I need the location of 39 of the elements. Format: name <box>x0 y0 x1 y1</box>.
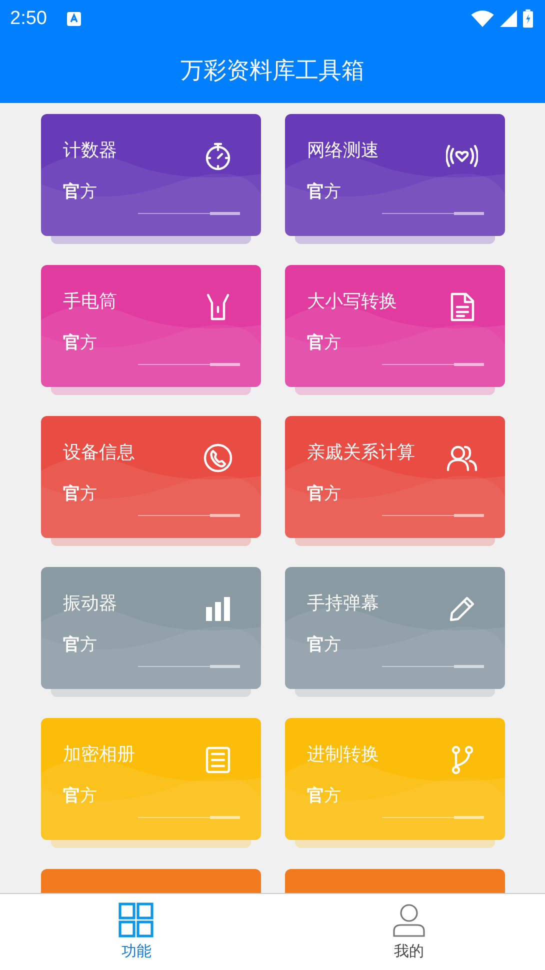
tool-name: 计数器 <box>63 139 117 162</box>
official-label: 官方 <box>63 483 97 505</box>
tool-name: 手持弹幕 <box>307 592 379 615</box>
nav-tab[interactable]: 功能 <box>98 894 174 970</box>
official-label: 官方 <box>307 634 341 656</box>
tool-card[interactable]: 手电筒 官方 <box>41 265 261 387</box>
tool-card[interactable]: 设备信息 官方 <box>41 416 261 538</box>
tool-name: 手电筒 <box>63 290 117 313</box>
official-label: 官方 <box>63 785 97 807</box>
official-label: 官方 <box>63 332 97 354</box>
cell-signal-icon <box>500 10 517 27</box>
official-label: 官方 <box>307 181 341 203</box>
tool-card[interactable]: 振动器 官方 <box>41 567 261 689</box>
battery-icon <box>523 9 533 28</box>
official-label: 官方 <box>307 332 341 354</box>
tool-name: 进制转换 <box>307 743 379 766</box>
status-time: 2:50 <box>10 8 47 30</box>
tool-name: 加密相册 <box>63 743 135 766</box>
tool-name: 大小写转换 <box>307 290 397 313</box>
tool-card[interactable]: 网络测速 官方 <box>285 114 505 236</box>
tool-name: 设备信息 <box>63 441 135 464</box>
app-title: 万彩资料库工具箱 <box>180 56 364 86</box>
official-label: 官方 <box>307 785 341 807</box>
wifi-icon <box>471 10 494 27</box>
person-icon <box>390 902 427 938</box>
tool-name: 振动器 <box>63 592 117 615</box>
official-label: 官方 <box>63 181 97 203</box>
phone-icon <box>202 442 234 474</box>
grid-icon <box>118 902 154 938</box>
tool-name: 网络测速 <box>307 139 379 162</box>
tool-card[interactable]: 计数器 官方 <box>41 114 261 236</box>
keyboard-notification-icon <box>66 12 81 26</box>
nav-tab[interactable]: 我的 <box>370 894 447 970</box>
tool-card[interactable]: 大小写转换 官方 <box>285 265 505 387</box>
official-label: 官方 <box>307 483 341 505</box>
tool-card[interactable]: 亲戚关系计算 官方 <box>285 416 505 538</box>
tool-card[interactable]: 手持弹幕 官方 <box>285 567 505 689</box>
official-label: 官方 <box>63 634 97 656</box>
tool-name: 亲戚关系计算 <box>307 441 415 464</box>
